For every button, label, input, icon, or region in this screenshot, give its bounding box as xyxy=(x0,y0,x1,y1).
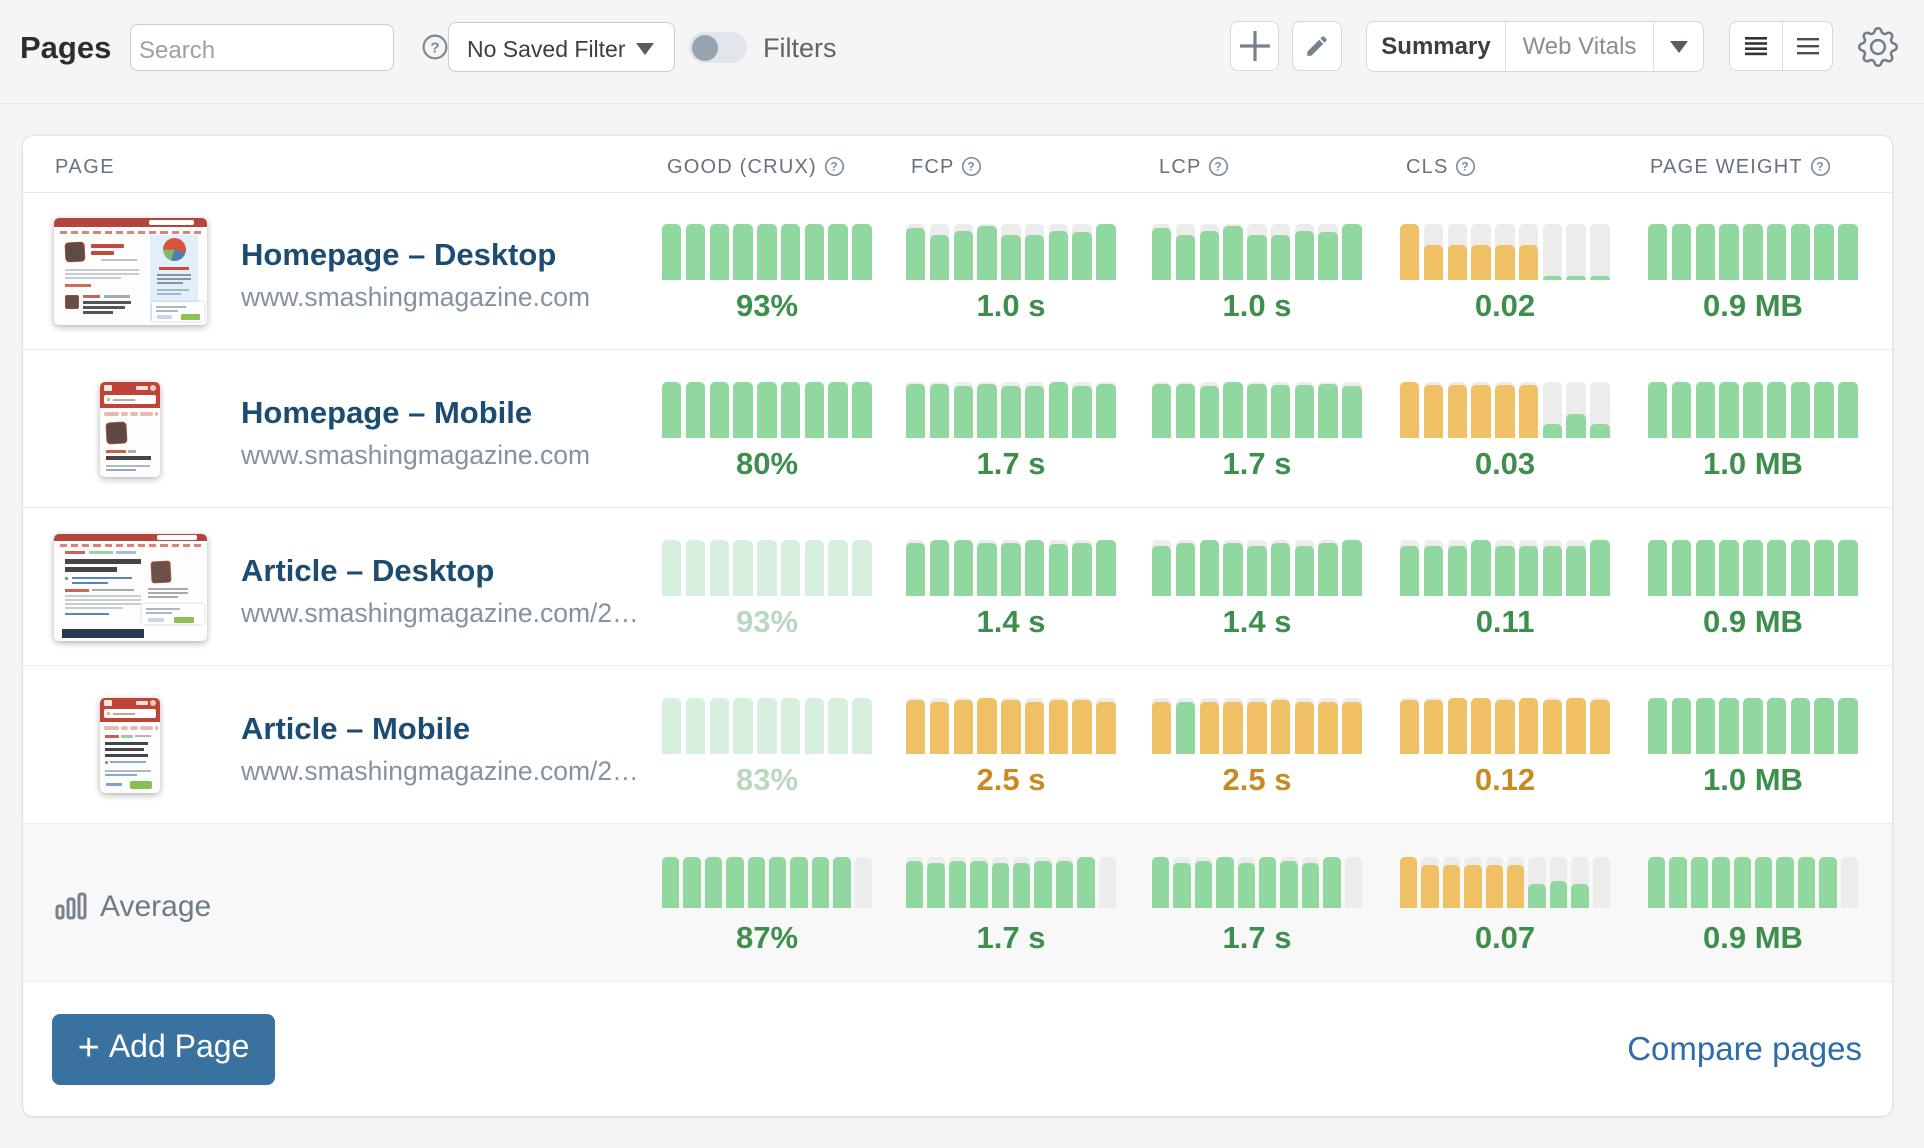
svg-text:?: ? xyxy=(430,39,439,56)
svg-text:?: ? xyxy=(1816,160,1824,174)
svg-text:?: ? xyxy=(1462,160,1470,174)
svg-text:?: ? xyxy=(968,160,976,174)
svg-text:?: ? xyxy=(1215,160,1223,174)
svg-text:?: ? xyxy=(830,160,838,174)
